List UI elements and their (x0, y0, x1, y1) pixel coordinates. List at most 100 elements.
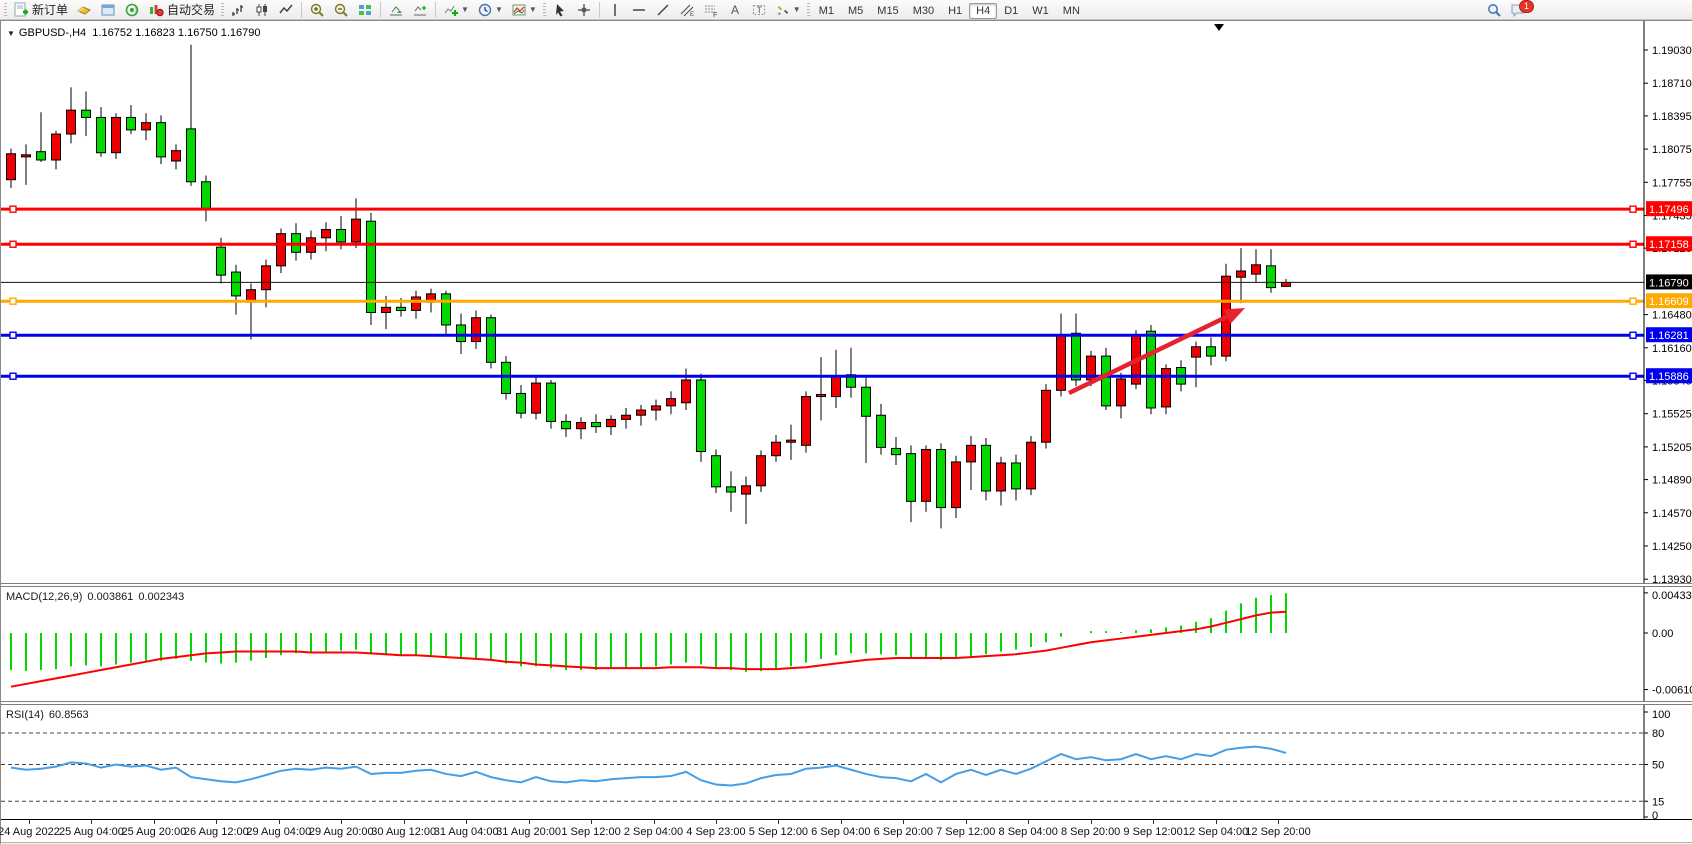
arrows-button[interactable]: ▼ (771, 0, 805, 20)
line-handle[interactable] (10, 332, 16, 338)
time-axis-label: 25 Aug 04:00 (59, 826, 124, 838)
bear-candle (712, 456, 721, 487)
line-handle[interactable] (10, 241, 16, 247)
bear-candle (97, 117, 106, 152)
search-button[interactable] (1482, 0, 1506, 20)
time-axis-tick (216, 820, 217, 824)
notifications-button[interactable]: 1 (1506, 0, 1530, 20)
horizontal-line-button[interactable] (627, 0, 651, 20)
timeframe-d1-button[interactable]: D1 (997, 3, 1025, 19)
time-axis-label: 31 Aug 04:00 (434, 826, 499, 838)
new-order-button[interactable]: 新订单 (9, 0, 72, 20)
price-tick-label: 1.16480 (1652, 310, 1692, 322)
bull-candle (532, 383, 541, 413)
macd-tick-label: 0.00 (1652, 628, 1673, 640)
time-axis-tick (91, 820, 92, 824)
bull-candle (1282, 282, 1291, 286)
indicators-button[interactable]: ▼ (439, 0, 473, 20)
bull-candle (7, 154, 16, 180)
collapse-triangle-icon[interactable]: ▼ (7, 29, 15, 38)
zoom-in-button[interactable] (305, 0, 329, 20)
bull-candle (22, 155, 31, 157)
rsi-tick-label: 80 (1652, 728, 1664, 740)
time-axis-tick (1278, 820, 1279, 824)
toolbar-separator (599, 2, 600, 18)
new-order-icon (13, 2, 29, 18)
zoom-out-button[interactable] (329, 0, 353, 20)
bull-candle (667, 399, 676, 406)
time-axis-tick (841, 820, 842, 824)
macd-panel[interactable]: MACD(12,26,9)0.0038610.002343 0.0043360.… (1, 587, 1692, 701)
time-axis[interactable]: 24 Aug 202225 Aug 04:0025 Aug 20:0026 Au… (1, 819, 1692, 842)
price-tick-label: 1.18395 (1652, 111, 1692, 123)
macd-label: MACD(12,26,9)0.0038610.002343 (6, 591, 189, 603)
equidistant-channel-button[interactable]: E (675, 0, 699, 20)
line-handle[interactable] (10, 298, 16, 304)
line-handle[interactable] (10, 373, 16, 379)
line-chart-button[interactable] (274, 0, 298, 20)
macd-value-main: 0.003861 (87, 591, 133, 603)
candlestick-chart[interactable]: 1.190301.187101.183951.180751.177551.174… (1, 21, 1692, 583)
fibonacci-button[interactable]: F (699, 0, 723, 20)
rsi-panel[interactable]: RSI(14)60.8563 1008050150 (1, 705, 1692, 819)
text-button[interactable]: A (723, 0, 747, 20)
trendline-button[interactable] (651, 0, 675, 20)
line-handle[interactable] (1630, 298, 1636, 304)
time-axis-label: 31 Aug 20:00 (496, 826, 561, 838)
line-handle[interactable] (1630, 373, 1636, 379)
macd-signal-line (11, 612, 1286, 687)
timeframe-h1-button[interactable]: H1 (941, 3, 969, 19)
bear-candle (697, 380, 706, 452)
timeframe-m5-button[interactable]: M5 (841, 3, 870, 19)
bear-candle (892, 448, 901, 454)
timeframe-m15-button[interactable]: M15 (870, 3, 905, 19)
autotrading-button[interactable]: 自动交易 (144, 0, 219, 20)
price-label-text: 1.16281 (1649, 330, 1689, 342)
cursor-button[interactable] (548, 0, 572, 20)
chart-shift-button[interactable] (408, 0, 432, 20)
candlestick-icon (254, 2, 270, 18)
tile-windows-button[interactable] (353, 0, 377, 20)
timeframe-m30-button[interactable]: M30 (906, 3, 941, 19)
chart-symbol: GBPUSD-,H4 (19, 27, 86, 39)
bull-candle (1192, 347, 1201, 357)
bear-candle (202, 182, 211, 210)
timeframe-w1-button[interactable]: W1 (1025, 3, 1056, 19)
line-handle[interactable] (1630, 332, 1636, 338)
terminal-button[interactable] (96, 0, 120, 20)
notification-badge: 1 (1519, 0, 1534, 13)
timeframe-mn-button[interactable]: MN (1056, 3, 1087, 19)
text-label-button[interactable]: T (747, 0, 771, 20)
bear-candle (1207, 347, 1216, 356)
bull-candle (412, 297, 421, 310)
main-chart-panel[interactable]: ▼GBPUSD-,H4 1.16752 1.16823 1.16750 1.16… (1, 21, 1692, 583)
svg-text:F: F (713, 12, 717, 18)
time-axis-tick (466, 820, 467, 824)
price-label-text: 1.16790 (1649, 277, 1689, 289)
time-axis-label: 24 Aug 2022 (0, 826, 60, 838)
templates-icon (511, 2, 527, 18)
candlestick-chart-button[interactable] (250, 0, 274, 20)
bear-candle (862, 387, 871, 416)
bull-candle (652, 406, 661, 410)
autotrading-label: 自动交易 (167, 1, 215, 18)
timeframe-h4-button[interactable]: H4 (969, 3, 997, 19)
timeframe-m1-button[interactable]: M1 (812, 3, 841, 19)
line-handle[interactable] (1630, 206, 1636, 212)
zoom-in-icon (309, 2, 325, 18)
toolbar-separator (435, 2, 436, 18)
signals-button[interactable] (120, 0, 144, 20)
metaeditor-button[interactable] (72, 0, 96, 20)
time-axis-tick (1091, 820, 1092, 824)
vertical-line-button[interactable] (603, 0, 627, 20)
periods-button[interactable]: ▼ (473, 0, 507, 20)
crosshair-button[interactable] (572, 0, 596, 20)
svg-text:E: E (690, 12, 694, 18)
auto-scroll-button[interactable] (384, 0, 408, 20)
bull-candle (742, 486, 751, 494)
line-handle[interactable] (10, 206, 16, 212)
templates-button[interactable]: ▼ (507, 0, 541, 20)
metaeditor-icon (76, 2, 92, 18)
bar-chart-button[interactable] (226, 0, 250, 20)
line-handle[interactable] (1630, 241, 1636, 247)
